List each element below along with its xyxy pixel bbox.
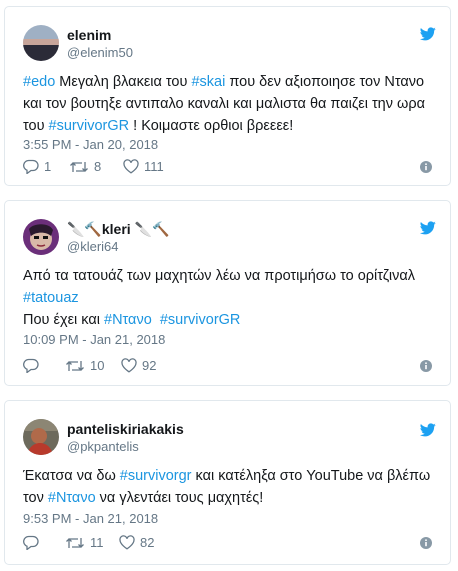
hashtag-link[interactable]: #edo	[23, 74, 55, 90]
twitter-bird-icon[interactable]	[420, 423, 436, 437]
tweet-timestamp[interactable]: 9:53 PM - Jan 21, 2018	[23, 511, 158, 526]
avatar[interactable]	[23, 25, 59, 61]
hashtag-link[interactable]: #tatouaz	[23, 290, 79, 306]
reply-icon	[23, 358, 39, 373]
text-line: τον #Ντανο να γλεντάει τους μαχητές!	[23, 487, 436, 509]
tweet-timestamp[interactable]: 10:09 PM - Jan 21, 2018	[23, 332, 165, 347]
text-segment: ! Κοιμαστε ορθιοι βρεεεε!	[129, 118, 294, 134]
text-line: #edo Μεγαλη βλακεια του #skai που δεν αξ…	[23, 71, 436, 93]
info-icon[interactable]	[420, 360, 432, 372]
display-name-text: kleri	[101, 221, 131, 237]
retweet-icon	[66, 537, 84, 548]
avatar[interactable]	[23, 219, 59, 255]
tweet-text: Από τα τατουάζ των μαχητών λέω να προτιμ…	[23, 265, 436, 331]
tweet-actions: 1 8 111	[23, 159, 436, 177]
hashtag-link[interactable]: #survivorGR	[160, 312, 241, 328]
name-emoji: 🔪🔨	[67, 221, 102, 237]
heart-icon	[119, 535, 135, 550]
reply-button[interactable]: 1	[23, 159, 51, 174]
avatar[interactable]	[23, 419, 59, 455]
reply-button[interactable]	[23, 358, 44, 373]
info-icon[interactable]	[420, 161, 432, 173]
heart-icon	[123, 159, 139, 174]
text-segment: Που έχει και	[23, 312, 104, 328]
like-count: 111	[144, 159, 164, 174]
retweet-button[interactable]: 10	[65, 358, 104, 373]
hashtag-link[interactable]: #survivorGR	[49, 118, 130, 134]
heart-icon	[121, 358, 137, 373]
tweet-text: Έκατσα να δω #survivorgr και κατέληξα στ…	[23, 465, 436, 509]
tweet-text: #edo Μεγαλη βλακεια του #skai που δεν αξ…	[23, 71, 436, 137]
like-count: 92	[142, 358, 157, 373]
text-line: Που έχει και #Ντανο #survivorGR	[23, 309, 436, 331]
hashtag-link[interactable]: #Ντανο	[48, 490, 96, 506]
text-segment	[152, 312, 160, 328]
retweet-button[interactable]: 11	[65, 535, 104, 550]
tweet-card[interactable]: 🔪🔨kleri 🔪🔨 @kleri64 Από τα τατουάζ των μ…	[4, 200, 451, 386]
twitter-bird-icon[interactable]	[420, 221, 436, 235]
tweet-timestamp[interactable]: 3:55 PM - Jan 20, 2018	[23, 137, 158, 152]
display-name[interactable]: panteliskiriakakis	[67, 421, 184, 437]
retweet-icon	[66, 360, 84, 371]
tweet-actions: 10 92	[23, 358, 436, 376]
retweet-button[interactable]: 8	[69, 159, 101, 174]
display-name[interactable]: elenim	[67, 27, 111, 43]
retweet-count: 8	[94, 159, 102, 174]
text-segment: να γλεντάει τους μαχητές!	[95, 490, 264, 506]
text-line: #tatouaz	[23, 287, 436, 309]
reply-icon	[23, 159, 39, 174]
text-line: Από τα τατουάζ των μαχητών λέω να προτιμ…	[23, 265, 436, 287]
reply-button[interactable]	[23, 535, 44, 550]
info-icon[interactable]	[420, 537, 432, 549]
text-line: του #survivorGR ! Κοιμαστε ορθιοι βρεεεε…	[23, 115, 436, 137]
text-line: Έκατσα να δω #survivorgr και κατέληξα στ…	[23, 465, 436, 487]
retweet-count: 10	[90, 358, 105, 373]
like-button[interactable]: 92	[121, 358, 156, 373]
twitter-bird-icon[interactable]	[420, 27, 436, 41]
name-emoji: 🔪🔨	[134, 221, 170, 237]
like-count: 82	[140, 535, 155, 550]
user-handle[interactable]: @pkpantelis	[67, 439, 139, 454]
hashtag-link[interactable]: #skai	[191, 74, 225, 90]
retweet-count: 11	[90, 535, 104, 550]
display-name[interactable]: 🔪🔨kleri 🔪🔨	[67, 221, 169, 238]
tweet-card[interactable]: elenim @elenim50 #edo Μεγαλη βλακεια του…	[4, 6, 451, 186]
tweet-card[interactable]: panteliskiriakakis @pkpantelis Έκατσα να…	[4, 400, 451, 565]
text-segment: Από τα τατουάζ των μαχητών λέω να προτιμ…	[23, 268, 415, 284]
text-line: και τον βουτηξε αντιπαλο καναλι και μαλι…	[23, 93, 436, 115]
retweet-icon	[70, 161, 88, 172]
reply-icon	[23, 535, 39, 550]
reply-count: 1	[44, 159, 52, 174]
like-button[interactable]: 111	[123, 159, 164, 174]
user-handle[interactable]: @elenim50	[67, 45, 133, 60]
text-segment: του	[23, 118, 49, 134]
text-segment: και τον βουτηξε αντιπαλο καναλι και μαλι…	[23, 96, 425, 112]
hashtag-link[interactable]: #survivorgr	[120, 468, 192, 484]
text-segment: και κατέληξα στο YouTube να βλέπω	[191, 468, 431, 484]
hashtag-link[interactable]: #Ντανο	[104, 312, 152, 328]
text-segment: Μεγαλη βλακεια του	[55, 74, 192, 90]
tweet-actions: 11 82	[23, 535, 436, 553]
like-button[interactable]: 82	[119, 535, 154, 550]
user-handle[interactable]: @kleri64	[67, 239, 119, 254]
text-segment: που δεν αξιοποιησε τον Ντανο	[225, 74, 425, 90]
text-segment: Έκατσα να δω	[23, 468, 120, 484]
text-segment: τον	[23, 490, 48, 506]
